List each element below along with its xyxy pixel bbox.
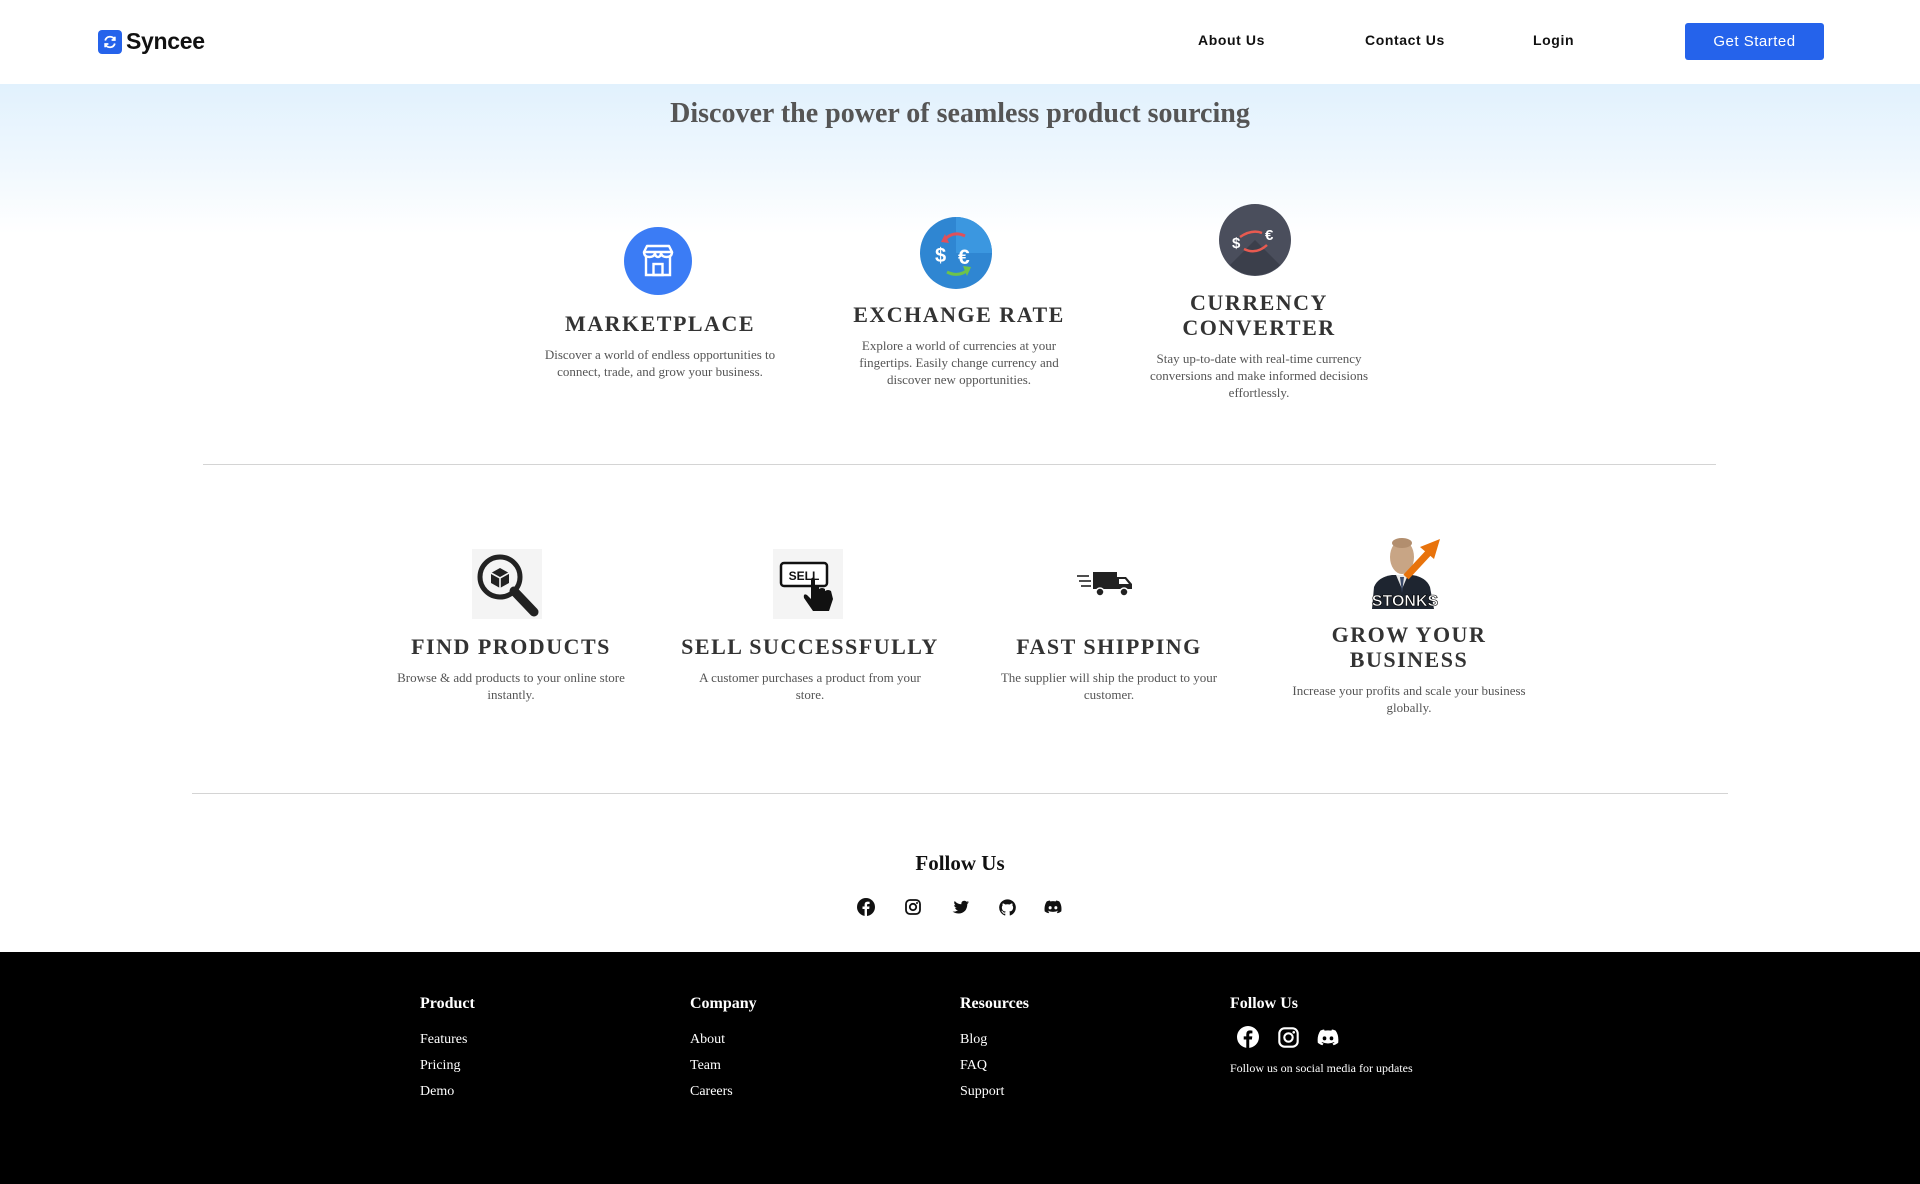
svg-text:€: € [958, 246, 970, 269]
footer-column-title: Company [690, 995, 757, 1012]
feature-description: A customer purchases a product from your… [699, 670, 921, 702]
sync-logo-icon [98, 29, 122, 54]
feature-title: CURRENCY CONVERTER [1182, 290, 1336, 340]
feature-title: FIND PRODUCTS [411, 634, 611, 659]
feature-sell-successfully: SELL SUCCESSFULLY A customer purchases a… [674, 634, 946, 703]
feature-description: The supplier will ship the product to yo… [1000, 670, 1218, 702]
nav-about-us[interactable]: About Us [1198, 32, 1265, 48]
feature-description: Browse & add products to your online sto… [397, 670, 625, 702]
magnifier-box-icon [472, 549, 542, 624]
nav-contact-us[interactable]: Contact Us [1365, 32, 1445, 48]
feature-marketplace: MARKETPLACE Discover a world of endless … [520, 311, 800, 380]
sell-hand-icon: SELL [773, 549, 843, 624]
discord-icon[interactable] [1316, 1025, 1340, 1049]
footer-link-blog[interactable]: Blog [960, 1027, 1029, 1053]
section-divider [203, 464, 1716, 465]
facebook-icon[interactable] [856, 897, 876, 917]
footer-column-company: Company About Team Careers [690, 995, 757, 1105]
instagram-icon[interactable] [903, 897, 923, 917]
footer-link-faq[interactable]: FAQ [960, 1053, 1029, 1079]
footer-column-title: Product [420, 995, 475, 1012]
feature-description: Stay up-to-date with real-time currency … [1149, 351, 1369, 400]
facebook-icon[interactable] [1236, 1025, 1260, 1049]
nav-login[interactable]: Login [1533, 32, 1574, 48]
feature-grow-your-business: GROW YOUR BUSINESS Increase your profits… [1268, 622, 1550, 716]
feature-exchange-rate: EXCHANGE RATE Explore a world of currenc… [829, 302, 1089, 388]
stonks-caption: STONKS [1372, 593, 1439, 609]
top-header: Syncee About Us Contact Us Login Get Sta… [0, 0, 1920, 84]
footer-link-careers[interactable]: Careers [690, 1079, 757, 1105]
feature-title: GROW YOUR BUSINESS [1331, 622, 1487, 672]
twitter-icon[interactable] [950, 897, 970, 917]
feature-title: FAST SHIPPING [1016, 634, 1202, 659]
follow-us-title: Follow Us [915, 851, 1005, 875]
currency-converter-icon: $ € [1218, 203, 1292, 282]
footer-column-follow: Follow Us Follow us on social media for … [1230, 995, 1413, 1076]
feature-title: SELL SUCCESSFULLY [681, 634, 939, 659]
footer-link-pricing[interactable]: Pricing [420, 1053, 475, 1079]
footer-social-icons [1236, 1025, 1413, 1049]
get-started-button[interactable]: Get Started [1685, 23, 1824, 60]
github-icon[interactable] [997, 897, 1017, 917]
feature-description: Discover a world of endless opportunitie… [544, 347, 776, 379]
store-icon [624, 227, 692, 300]
feature-currency-converter: CURRENCY CONVERTER Stay up-to-date with … [1129, 290, 1389, 401]
svg-text:$: $ [935, 245, 946, 267]
footer-column-title: Resources [960, 995, 1030, 1012]
stonks-meme-image: STONKS [1368, 537, 1442, 614]
svg-text:$: $ [1232, 235, 1241, 252]
footer-link-team[interactable]: Team [690, 1053, 757, 1079]
footer-follow-note: Follow us on social media for updates [1230, 1061, 1413, 1075]
footer-column-product: Product Features Pricing Demo [420, 995, 475, 1105]
feature-find-products: FIND PRODUCTS Browse & add products to y… [376, 634, 646, 703]
section-divider [192, 793, 1728, 794]
footer-link-features[interactable]: Features [420, 1027, 475, 1053]
footer-link-demo[interactable]: Demo [420, 1079, 475, 1105]
feature-title: EXCHANGE RATE [853, 302, 1065, 327]
exchange-icon: $ € [919, 216, 993, 295]
footer-column-title: Follow Us [1230, 995, 1298, 1012]
footer-column-resources: Resources Blog FAQ Support [960, 995, 1029, 1105]
brand-name: Syncee [126, 28, 205, 54]
feature-description: Explore a world of currencies at your fi… [859, 338, 1059, 387]
brand-logo[interactable]: Syncee [98, 28, 205, 55]
hero-title: Discover the power of seamless product s… [670, 98, 1250, 129]
site-footer: Product Features Pricing Demo Company Ab… [0, 952, 1920, 1184]
svg-text:€: € [1265, 227, 1274, 244]
footer-link-support[interactable]: Support [960, 1079, 1029, 1105]
footer-link-about[interactable]: About [690, 1027, 757, 1053]
delivery-truck-icon [1077, 570, 1135, 605]
feature-title: MARKETPLACE [564, 311, 756, 336]
instagram-icon[interactable] [1276, 1025, 1300, 1049]
feature-fast-shipping: FAST SHIPPING The supplier will ship the… [974, 634, 1244, 703]
feature-description: Increase your profits and scale your bus… [1292, 683, 1526, 715]
discord-icon[interactable] [1043, 897, 1063, 917]
